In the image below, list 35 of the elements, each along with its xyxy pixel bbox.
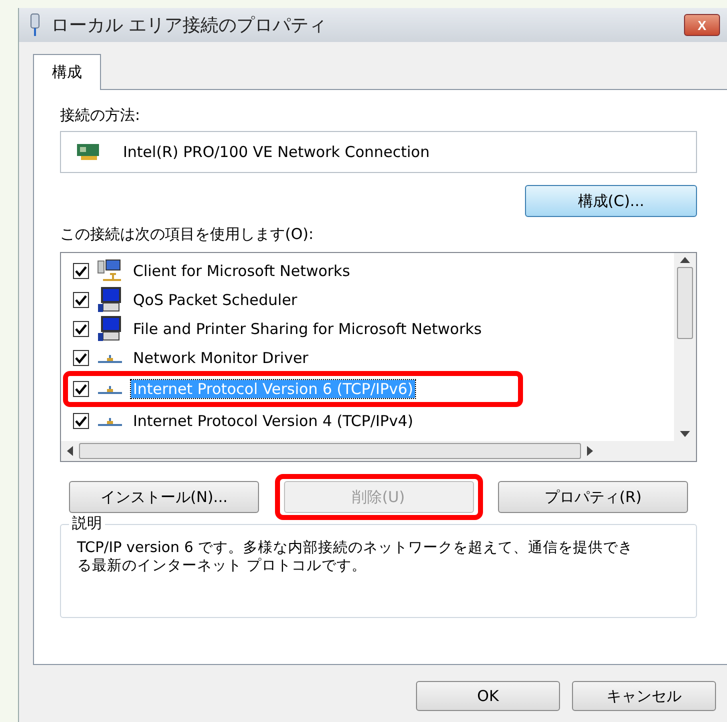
network-line-icon <box>97 383 123 395</box>
list-item[interactable]: File and Printer Sharing for Microsoft Networks <box>131 320 484 338</box>
list-item[interactable]: Internet Protocol Version 4 (TCP/IPv4) <box>131 412 416 430</box>
list-item[interactable]: Client for Microsoft Networks <box>131 262 352 280</box>
dialog-button[interactable]: キャンセル <box>572 681 716 711</box>
checkbox[interactable] <box>73 412 89 428</box>
group-label: 説明 <box>69 514 105 533</box>
checkbox[interactable] <box>73 262 89 278</box>
section-label: この接続は次の項目を使用します(O): <box>60 225 315 244</box>
scroll-down-icon[interactable] <box>680 431 690 437</box>
scroll-left-icon[interactable] <box>67 446 73 456</box>
list-item[interactable]: QoS Packet Scheduler <box>131 290 300 308</box>
section-label: 接続の方法: <box>60 106 142 125</box>
computer-icon <box>97 286 123 312</box>
action-button[interactable]: インストール(N)... <box>69 481 259 513</box>
action-button[interactable]: プロパティ(R) <box>498 481 688 513</box>
checkbox[interactable] <box>73 320 89 336</box>
checkbox[interactable] <box>73 350 89 366</box>
dialog-button[interactable]: OK <box>416 681 560 711</box>
checkbox[interactable] <box>73 292 89 308</box>
window-title: ローカル エリア接続のプロパティ <box>51 14 328 37</box>
list-item[interactable]: Network Monitor Driver <box>131 348 310 366</box>
scroll-right-icon[interactable] <box>587 446 593 456</box>
network-card-icon <box>77 143 101 161</box>
network-adapter-icon <box>29 13 41 37</box>
checkbox[interactable] <box>73 381 89 397</box>
computer-icon <box>97 316 123 342</box>
vertical-scrollbar[interactable] <box>674 253 696 441</box>
network-computers-icon <box>97 258 123 282</box>
scroll-up-icon[interactable] <box>680 257 690 263</box>
description-text: TCP/IP version 6 です。多様な内部接続のネットワークを超えて、通信を提供できる最新のインターネット プロトコルです。 <box>77 539 634 575</box>
configure-button[interactable]: 構成(C)... <box>525 185 697 217</box>
adapter-name: Intel(R) PRO/100 VE Network Connection <box>123 143 430 161</box>
horizontal-scrollbar[interactable] <box>61 441 696 461</box>
tab[interactable]: 構成 <box>33 54 101 90</box>
